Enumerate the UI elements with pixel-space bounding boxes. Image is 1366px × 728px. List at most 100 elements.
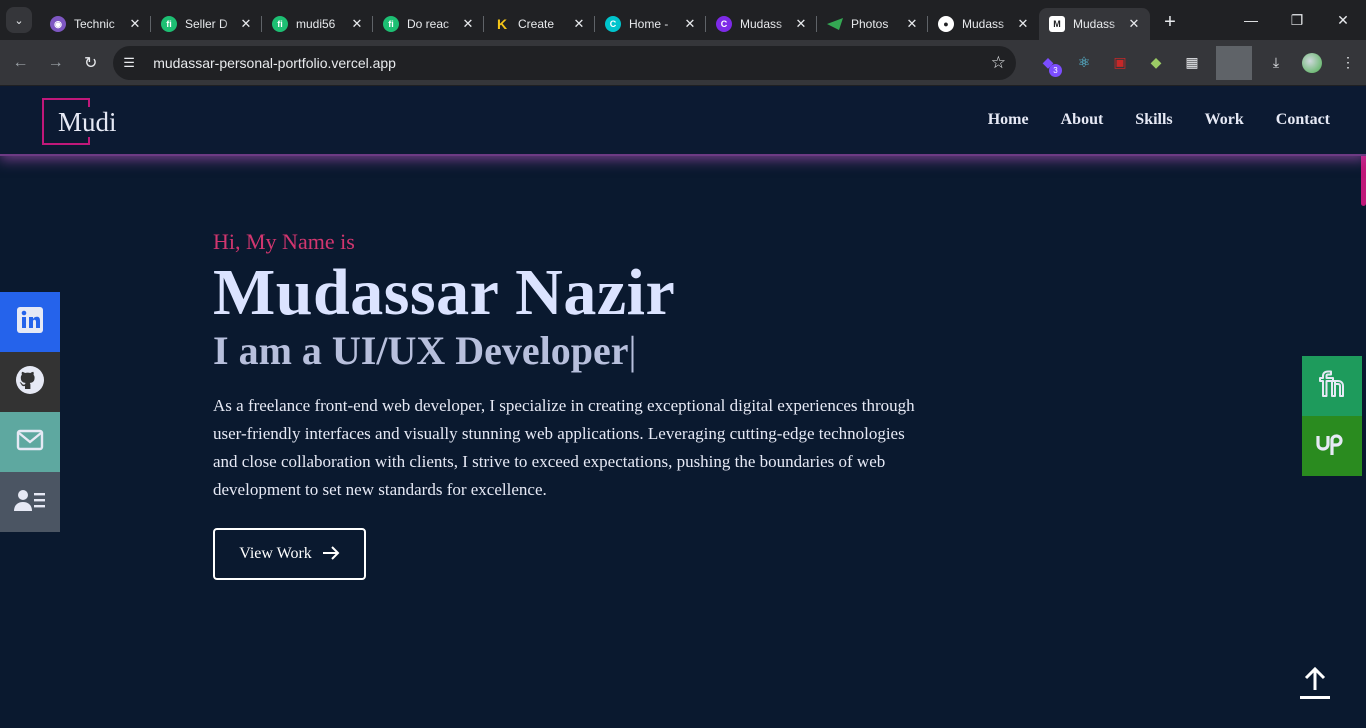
logo[interactable]: Mudi	[56, 107, 119, 137]
fiverr-link[interactable]	[1302, 356, 1362, 416]
fiverr-icon: fi	[383, 16, 399, 32]
fiverr-icon: fi	[272, 16, 288, 32]
hero-role: I am a UI/UX Developer|	[213, 328, 933, 374]
upwork-link[interactable]	[1302, 416, 1362, 476]
avatar[interactable]	[1294, 46, 1330, 80]
minimize-icon[interactable]: —	[1228, 0, 1274, 40]
tab-title: mudi56	[296, 17, 336, 31]
m-icon: M	[1049, 16, 1065, 32]
restore-icon[interactable]: ❐	[1274, 0, 1320, 40]
react-devtools-icon[interactable]: ⚛	[1066, 46, 1102, 80]
view-work-label: View Work	[239, 545, 312, 562]
close-icon[interactable]: ✕	[238, 16, 254, 32]
close-icon[interactable]: ✕	[460, 16, 476, 32]
role-text: I am a UI/UX Developer	[213, 328, 629, 373]
extension-icon[interactable]: ◆ 3	[1030, 46, 1066, 80]
site-settings-icon[interactable]: ☰	[123, 55, 143, 71]
ublock-icon[interactable]: ▣	[1102, 46, 1138, 80]
main-nav: Home About Skills Work Contact	[988, 111, 1330, 129]
nav-about[interactable]: About	[1061, 111, 1104, 129]
extension-badge: 3	[1049, 63, 1063, 77]
tab-title: Mudass	[962, 17, 1005, 31]
back-icon[interactable]: ←	[4, 46, 37, 80]
tab-title: Mudass	[740, 17, 783, 31]
canva-icon: C	[605, 16, 621, 32]
typing-cursor: |	[628, 328, 637, 373]
mail-icon	[16, 429, 44, 456]
site-header: Mudi Home About Skills Work Contact	[0, 86, 1366, 156]
tab-active[interactable]: M Mudass ✕	[1039, 8, 1150, 40]
fiverr-icon	[1318, 370, 1346, 403]
nav-contact[interactable]: Contact	[1276, 111, 1330, 129]
tab[interactable]: ● Mudass ✕	[928, 8, 1039, 40]
email-link[interactable]	[0, 412, 60, 472]
extension-icon[interactable]: ◆	[1138, 46, 1174, 80]
github-icon	[15, 365, 45, 400]
nav-work[interactable]: Work	[1205, 111, 1244, 129]
hero-description: As a freelance front-end web developer, …	[213, 396, 915, 499]
tab[interactable]: K Create ✕	[484, 8, 595, 40]
close-icon[interactable]: ✕	[904, 16, 920, 32]
tab-title: Seller D	[185, 17, 228, 31]
tab-title: Home -	[629, 17, 669, 31]
scroll-to-top-button[interactable]	[1300, 666, 1330, 700]
tab-title: Photos	[851, 17, 889, 31]
nav-home[interactable]: Home	[988, 111, 1029, 129]
extensions-area: ◆ 3 ⚛ ▣ ◆ ▦ ⤓ ⋮	[1030, 45, 1366, 80]
chevron-down-icon: ⌄	[14, 14, 24, 27]
tab-list: ◉ Technic ✕ fi Seller D ✕ fi mudi56 ✕ fi…	[40, 0, 1150, 40]
tab-search-button[interactable]: ⌄	[6, 7, 32, 33]
github-icon: ●	[938, 16, 954, 32]
close-window-icon[interactable]: ✕	[1320, 0, 1366, 40]
tab[interactable]: fi mudi56 ✕	[262, 8, 373, 40]
social-sidebar	[0, 292, 60, 532]
fiverr-icon: fi	[161, 16, 177, 32]
canva-icon: C	[716, 16, 732, 32]
arrow-right-icon	[322, 544, 340, 565]
plus-icon: +	[1164, 10, 1176, 33]
close-icon[interactable]: ✕	[349, 16, 365, 32]
tab[interactable]: C Home - ✕	[595, 8, 706, 40]
linkedin-icon	[16, 306, 44, 339]
tab[interactable]: fi Do reac ✕	[373, 8, 484, 40]
browser-tab-strip: ⌄ ◉ Technic ✕ fi Seller D ✕ fi mudi56 ✕ …	[0, 0, 1366, 40]
reload-icon[interactable]: ↻	[74, 46, 107, 80]
bookmark-star-icon[interactable]: ☆	[991, 53, 1006, 73]
more-menu-icon[interactable]: ⋮	[1330, 46, 1366, 80]
forward-icon[interactable]: →	[39, 46, 72, 80]
close-icon[interactable]: ✕	[1015, 16, 1031, 32]
window-controls: — ❐ ✕	[1228, 0, 1366, 40]
close-icon[interactable]: ✕	[682, 16, 698, 32]
app-icon: ◉	[50, 16, 66, 32]
browser-toolbar: ← → ↻ ☰ mudassar-personal-portfolio.verc…	[0, 40, 1366, 86]
tab-title: Do reac	[407, 17, 450, 31]
close-icon[interactable]: ✕	[793, 16, 809, 32]
close-icon[interactable]: ✕	[127, 16, 143, 32]
hire-sidebar	[1302, 356, 1362, 476]
linkedin-link[interactable]	[0, 292, 60, 352]
new-tab-button[interactable]: +	[1156, 8, 1184, 36]
puzzle-icon[interactable]: ▦	[1174, 46, 1210, 80]
url-text[interactable]: mudassar-personal-portfolio.vercel.app	[153, 55, 991, 71]
photos-icon	[827, 16, 843, 32]
k-icon: K	[496, 16, 508, 32]
tab[interactable]: C Mudass ✕	[706, 8, 817, 40]
close-icon[interactable]: ✕	[571, 16, 587, 32]
tab[interactable]: Photos ✕	[817, 8, 928, 40]
close-icon[interactable]: ✕	[1126, 16, 1142, 32]
greeting: Hi, My Name is	[213, 229, 355, 254]
tab[interactable]: ◉ Technic ✕	[40, 8, 151, 40]
nav-skills[interactable]: Skills	[1135, 111, 1172, 129]
divider	[1216, 45, 1253, 80]
page-viewport: Mudi Home About Skills Work Contact Hi, …	[0, 86, 1366, 728]
view-work-button[interactable]: View Work	[213, 528, 366, 580]
github-link[interactable]	[0, 352, 60, 412]
resume-link[interactable]	[0, 472, 60, 532]
download-icon[interactable]: ⤓	[1258, 46, 1294, 80]
resume-icon	[14, 487, 46, 518]
tab-title: Technic	[74, 17, 115, 31]
hero-section: Hi, My Name is Mudassar Nazir I am a UI/…	[213, 228, 933, 580]
hero-name: Mudassar Nazir	[213, 256, 676, 329]
tab[interactable]: fi Seller D ✕	[151, 8, 262, 40]
address-bar[interactable]: ☰ mudassar-personal-portfolio.vercel.app…	[113, 45, 1017, 80]
